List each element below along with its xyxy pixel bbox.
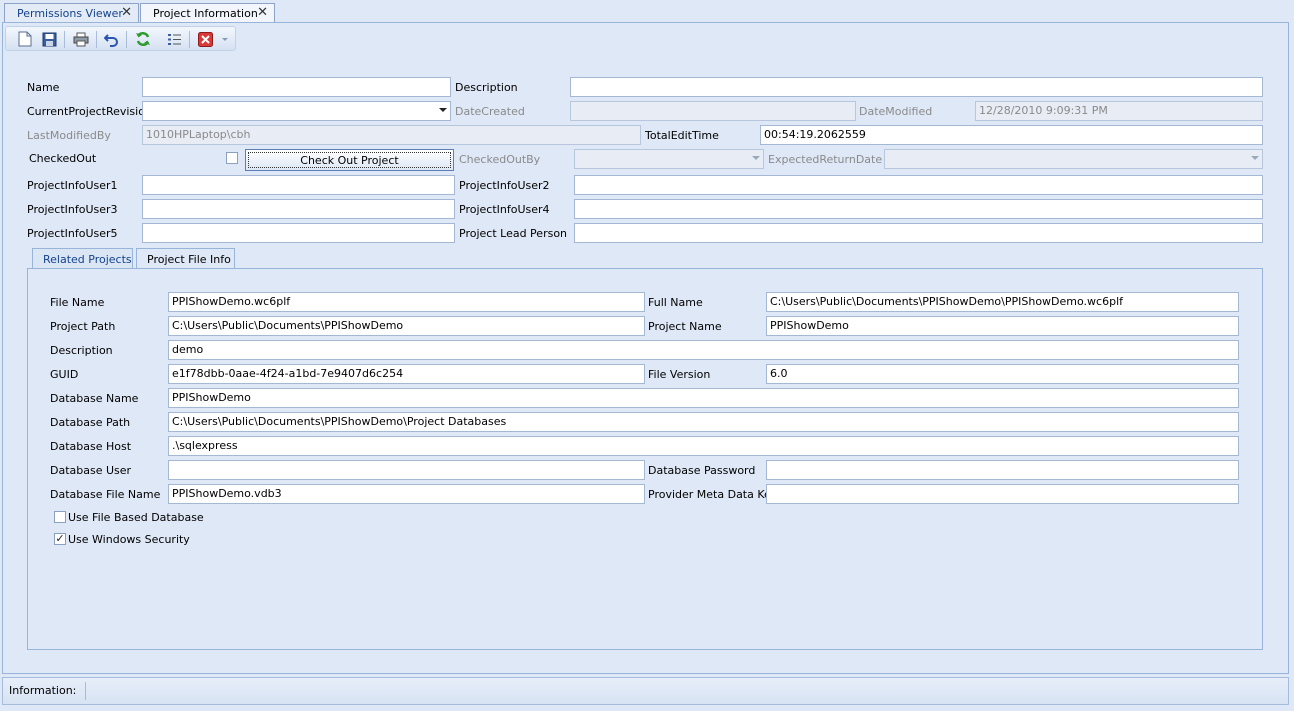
total-edit-time-field[interactable]: 00:54:19.2062559	[760, 125, 1263, 145]
chevron-down-icon	[752, 156, 760, 160]
current-revision-label: CurrentProjectRevision	[27, 105, 152, 118]
project-path-field[interactable]: C:\Users\Public\Documents\PPIShowDemo	[168, 316, 645, 336]
file-description-label: Description	[50, 344, 113, 357]
provider-meta-data-key-field[interactable]	[766, 484, 1239, 504]
checked-out-by-select	[574, 149, 764, 169]
database-path-label: Database Path	[50, 416, 131, 429]
database-host-field[interactable]: .\sqlexpress	[168, 436, 1239, 456]
tab-label: Permissions Viewer	[17, 7, 123, 20]
project-info-user5-label: ProjectInfoUser5	[27, 227, 118, 240]
chevron-down-icon[interactable]	[439, 108, 447, 112]
close-icon[interactable]: ✕	[121, 5, 132, 20]
refresh-icon[interactable]	[134, 30, 152, 48]
last-modified-by-field: 1010HPLaptop\cbh	[142, 125, 641, 145]
new-document-icon[interactable]	[16, 30, 34, 48]
file-name-label: File Name	[50, 296, 105, 309]
database-file-name-field[interactable]: PPIShowDemo.vdb3	[168, 484, 645, 504]
file-version-label: File Version	[648, 368, 711, 381]
date-modified-field: 12/28/2010 9:09:31 PM	[975, 101, 1263, 121]
project-name-label: Project Name	[648, 320, 722, 333]
check-mark-icon: ✓	[55, 532, 65, 545]
project-info-user1-label: ProjectInfoUser1	[27, 179, 118, 192]
tab-project-information[interactable]: Project Information ✕	[140, 3, 275, 24]
database-name-field[interactable]: PPIShowDemo	[168, 388, 1239, 408]
full-name-field[interactable]: C:\Users\Public\Documents\PPIShowDemo\PP…	[766, 292, 1239, 312]
project-info-user2-label: ProjectInfoUser2	[459, 179, 550, 192]
expected-return-select	[884, 149, 1263, 169]
provider-meta-data-key-label: Provider Meta Data Key	[648, 488, 778, 501]
project-info-user4-label: ProjectInfoUser4	[459, 203, 550, 216]
print-icon[interactable]	[72, 30, 90, 48]
tab-label: Project Information	[153, 7, 258, 20]
full-name-label: Full Name	[648, 296, 703, 309]
project-info-user4-field[interactable]	[574, 199, 1263, 219]
use-file-based-database-label: Use File Based Database	[68, 511, 204, 524]
use-file-based-database-checkbox[interactable]	[54, 511, 66, 523]
toolbar-separator	[64, 31, 65, 48]
list-icon[interactable]	[165, 30, 183, 48]
status-label: Information:	[9, 684, 77, 697]
project-info-user2-field[interactable]	[574, 175, 1263, 195]
tab-label: Project File Info	[147, 253, 231, 266]
status-separator	[85, 682, 86, 700]
project-info-user1-field[interactable]	[142, 175, 455, 195]
tab-related-projects[interactable]: Related Projects	[32, 248, 133, 268]
project-lead-person-label: Project Lead Person	[459, 227, 568, 240]
file-name-field[interactable]: PPIShowDemo.wc6plf	[168, 292, 645, 312]
status-bar: Information:	[2, 677, 1289, 705]
guid-field[interactable]: e1f78dbb-0aae-4f24-a1bd-7e9407d6c254	[168, 364, 645, 384]
file-version-field[interactable]: 6.0	[766, 364, 1239, 384]
database-password-label: Database Password	[648, 464, 756, 477]
project-lead-person-field[interactable]	[574, 223, 1263, 243]
tab-label: Related Projects	[43, 253, 132, 266]
guid-label: GUID	[50, 368, 79, 381]
total-edit-time-label: TotalEditTime	[645, 129, 719, 142]
database-host-label: Database Host	[50, 440, 132, 453]
description-label: Description	[455, 81, 518, 94]
toolbar	[5, 26, 236, 51]
tab-permissions-viewer[interactable]: Permissions Viewer ✕	[4, 3, 139, 23]
toolbar-separator	[126, 31, 127, 48]
last-modified-by-label: LastModifiedBy	[27, 129, 111, 142]
database-name-label: Database Name	[50, 392, 139, 405]
checked-out-by-label: CheckedOutBy	[459, 153, 541, 166]
delete-icon[interactable]	[196, 30, 214, 48]
description-field[interactable]	[570, 77, 1263, 97]
checked-out-checkbox[interactable]	[226, 152, 238, 164]
project-name-field[interactable]: PPIShowDemo	[766, 316, 1239, 336]
file-description-field[interactable]: demo	[168, 340, 1239, 360]
project-info-user3-field[interactable]	[142, 199, 455, 219]
tab-project-file-info[interactable]: Project File Info	[136, 248, 235, 269]
undo-icon[interactable]	[102, 30, 120, 48]
date-modified-label: DateModified	[859, 105, 933, 118]
project-info-user3-label: ProjectInfoUser3	[27, 203, 118, 216]
check-out-project-button[interactable]: Check Out Project	[245, 149, 454, 171]
name-label: Name	[27, 81, 60, 94]
current-revision-select[interactable]	[142, 101, 451, 121]
toolbar-separator	[96, 31, 97, 48]
name-field[interactable]	[142, 77, 451, 97]
toolbar-separator	[189, 31, 190, 48]
use-windows-security-label: Use Windows Security	[68, 533, 190, 546]
database-path-field[interactable]: C:\Users\Public\Documents\PPIShowDemo\Pr…	[168, 412, 1239, 432]
expected-return-label: ExpectedReturnDate	[768, 153, 883, 166]
project-path-label: Project Path	[50, 320, 116, 333]
date-created-field	[570, 101, 856, 121]
database-user-field[interactable]	[168, 460, 645, 480]
database-user-label: Database User	[50, 464, 132, 477]
database-password-field[interactable]	[766, 460, 1239, 480]
project-info-user5-field[interactable]	[142, 223, 455, 243]
save-icon[interactable]	[40, 30, 58, 48]
close-icon[interactable]: ✕	[257, 5, 268, 20]
use-windows-security-checkbox[interactable]: ✓	[54, 533, 66, 545]
dropdown-arrow-icon[interactable]	[219, 30, 231, 48]
checked-out-label: CheckedOut	[29, 152, 97, 165]
database-file-name-label: Database File Name	[50, 488, 161, 501]
date-created-label: DateCreated	[455, 105, 525, 118]
chevron-down-icon	[1251, 156, 1259, 160]
